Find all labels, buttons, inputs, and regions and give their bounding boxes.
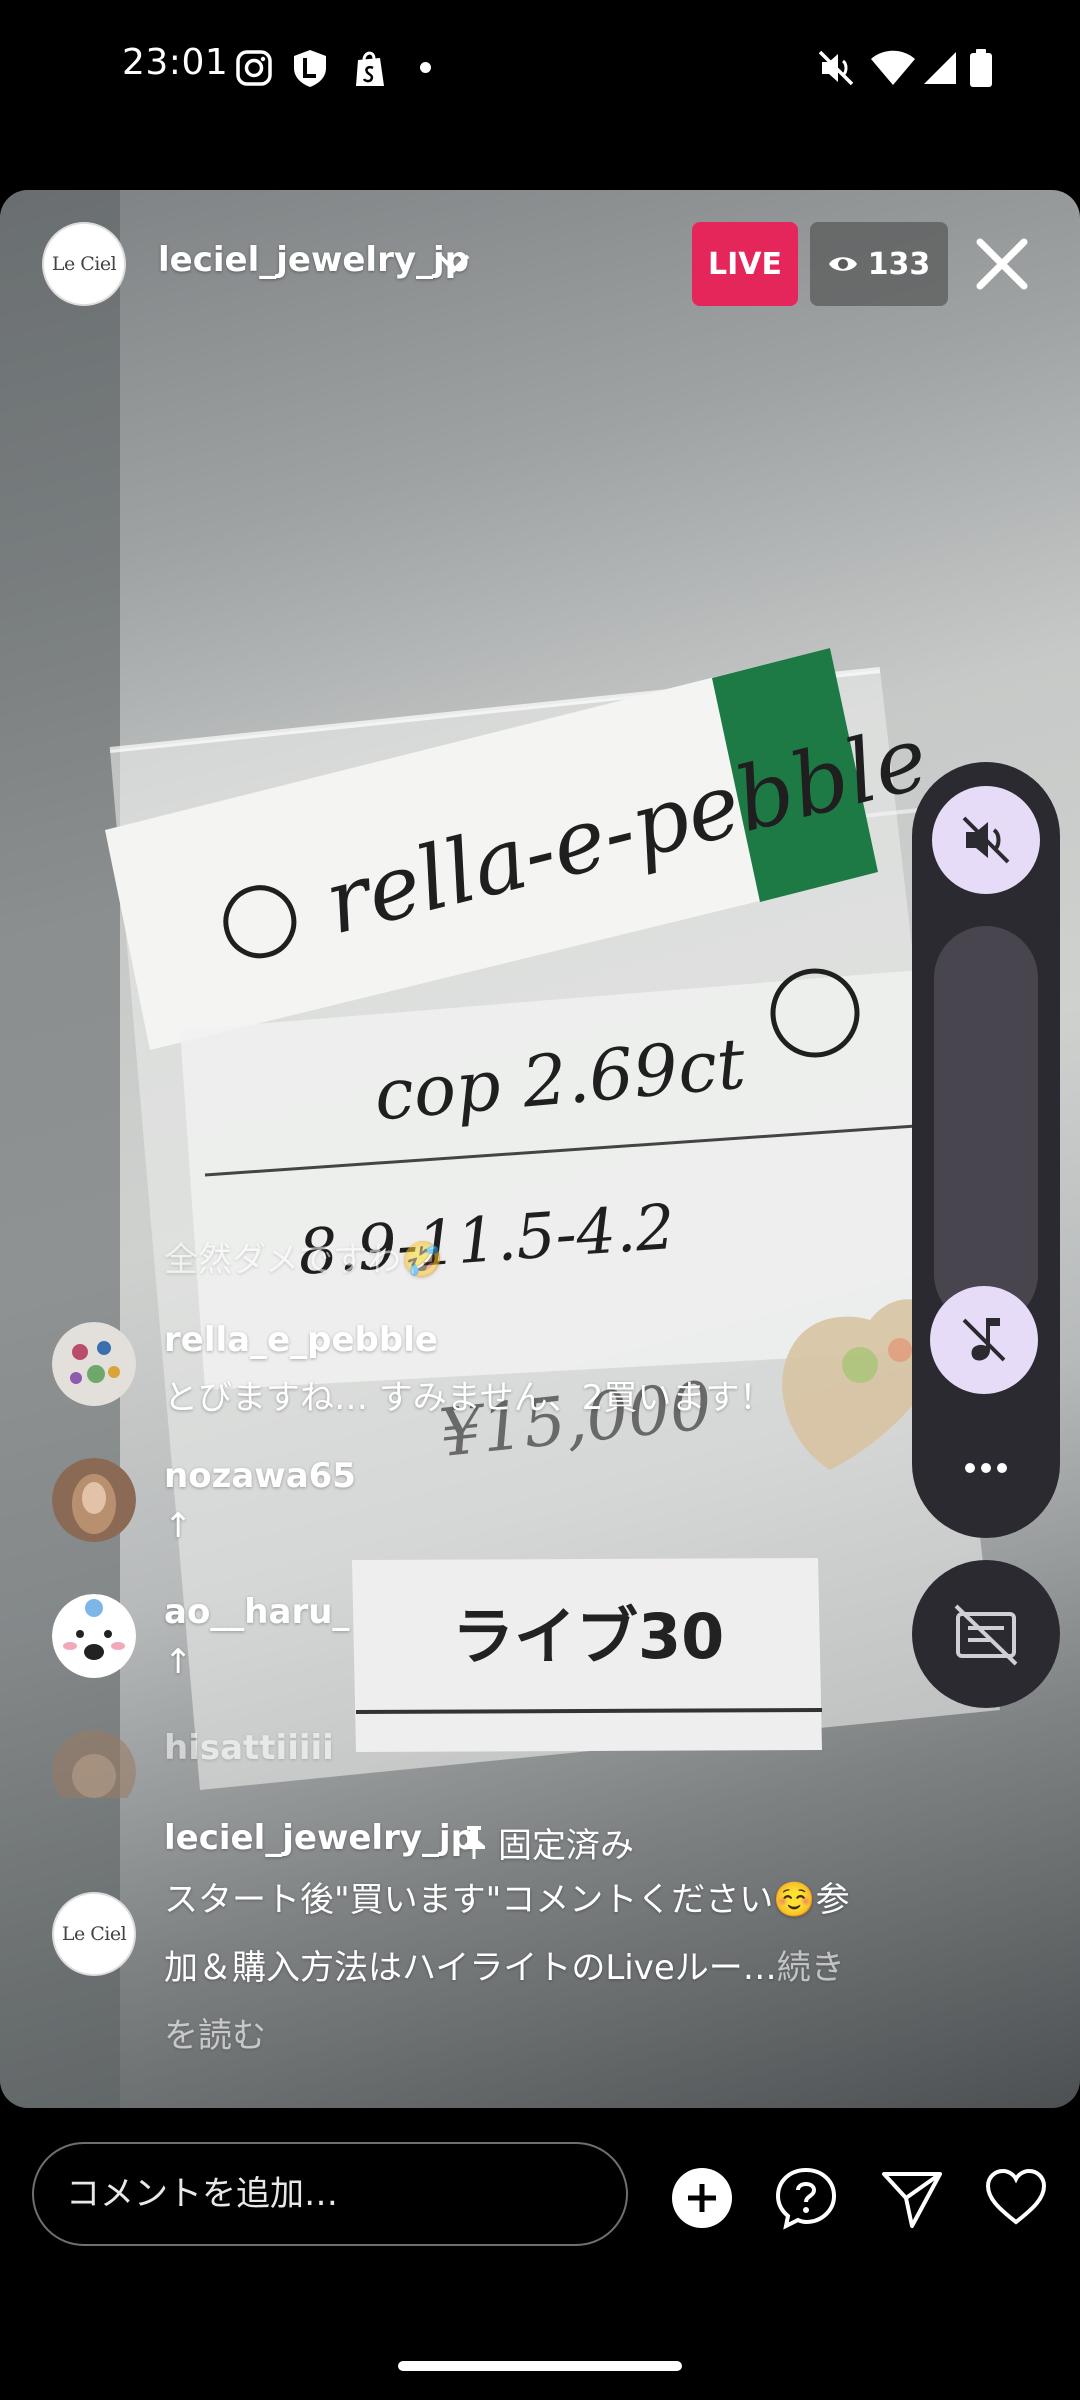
battery-icon: [970, 49, 992, 87]
pin-icon: [463, 1826, 485, 1859]
viewer-count: 133: [867, 246, 931, 282]
chevron-down-icon[interactable]: [436, 248, 472, 278]
comment-username[interactable]: rella_e_pebble: [164, 1320, 438, 1360]
commenter-avatar[interactable]: [52, 1458, 136, 1542]
read-more-link[interactable]: 続き: [777, 1948, 845, 1988]
wifi-icon: [871, 50, 915, 85]
pinned-host-avatar[interactable]: Le Ciel: [52, 1892, 136, 1976]
host-username[interactable]: leciel_jewelry_jp: [158, 240, 469, 280]
pinned-text-line1: スタート後"買います"コメントください☺️参: [164, 1880, 850, 1920]
close-icon[interactable]: [972, 234, 1032, 294]
home-indicator[interactable]: [398, 2361, 682, 2371]
comment-text: ↑: [164, 1506, 193, 1546]
comment-input[interactable]: [32, 2142, 628, 2246]
comment-item[interactable]: ao__haru_ ↑: [52, 1592, 932, 1692]
commenter-avatar[interactable]: [52, 1594, 136, 1678]
pinned-username[interactable]: leciel_jewelry_jp: [164, 1818, 475, 1858]
shield-l-icon: [294, 50, 326, 87]
comment-text: 全然ダメですわ🤣: [164, 1240, 444, 1280]
notification-dot-icon: [420, 62, 431, 73]
host-avatar[interactable]: Le Ciel: [42, 222, 126, 306]
comment-item[interactable]: rella_e_pebble とびますね… すみません、2買います！: [52, 1320, 932, 1420]
pinned-text-line2: 加＆購入方法はハイライトのLiveルー…続き: [164, 1948, 845, 1988]
signal-icon: [924, 52, 956, 84]
comment-text: とびますね… すみません、2買います！: [164, 1378, 774, 1418]
media-mute-button[interactable]: [930, 1286, 1038, 1394]
question-bubble-icon[interactable]: [774, 2166, 838, 2230]
heart-icon[interactable]: [984, 2166, 1048, 2230]
comment-username[interactable]: nozawa65: [164, 1456, 356, 1496]
svg-text:rella-e-pebble: rella-e-pebble: [315, 705, 937, 954]
comment-item: 全然ダメですわ🤣: [52, 1232, 932, 1292]
music-note-off-icon: [962, 1318, 1006, 1362]
shopify-bag-icon: [356, 51, 384, 86]
commenter-avatar[interactable]: [52, 1322, 136, 1406]
volume-mute-icon: [962, 816, 1010, 864]
captions-off-icon: [954, 1604, 1018, 1666]
commenter-avatar[interactable]: [52, 1730, 136, 1798]
viewer-count-badge[interactable]: 133: [810, 222, 948, 306]
eye-icon: [828, 257, 857, 271]
add-circle-icon[interactable]: [670, 2166, 734, 2230]
comment-username[interactable]: ao__haru_: [164, 1592, 349, 1632]
read-more-link[interactable]: を読む: [164, 2008, 266, 2057]
comment-item[interactable]: hisattiiiii: [52, 1728, 932, 1798]
volume-slider[interactable]: [934, 926, 1038, 1326]
live-badge: LIVE: [692, 222, 798, 306]
pinned-label: 固定済み: [498, 1826, 634, 1866]
more-dots-icon[interactable]: [962, 1458, 1010, 1478]
send-icon[interactable]: [880, 2166, 944, 2230]
comment-text: ↑: [164, 1642, 193, 1682]
vibrate-off-icon: [818, 50, 854, 86]
volume-panel: [912, 762, 1060, 1538]
captions-button[interactable]: [912, 1560, 1060, 1708]
comment-username[interactable]: hisattiiiii: [164, 1728, 334, 1768]
mute-button[interactable]: [932, 786, 1040, 894]
pinned-comment[interactable]: Le Ciel leciel_jewelry_jp 固定済み スタート後"買いま…: [52, 1816, 932, 2056]
status-bar: 23:01: [0, 0, 1080, 135]
status-time: 23:01: [122, 42, 229, 83]
instagram-icon: [236, 50, 272, 86]
comment-item[interactable]: nozawa65 ↑: [52, 1456, 932, 1556]
svg-text:cop 2.69ct: cop 2.69ct: [371, 1022, 749, 1136]
